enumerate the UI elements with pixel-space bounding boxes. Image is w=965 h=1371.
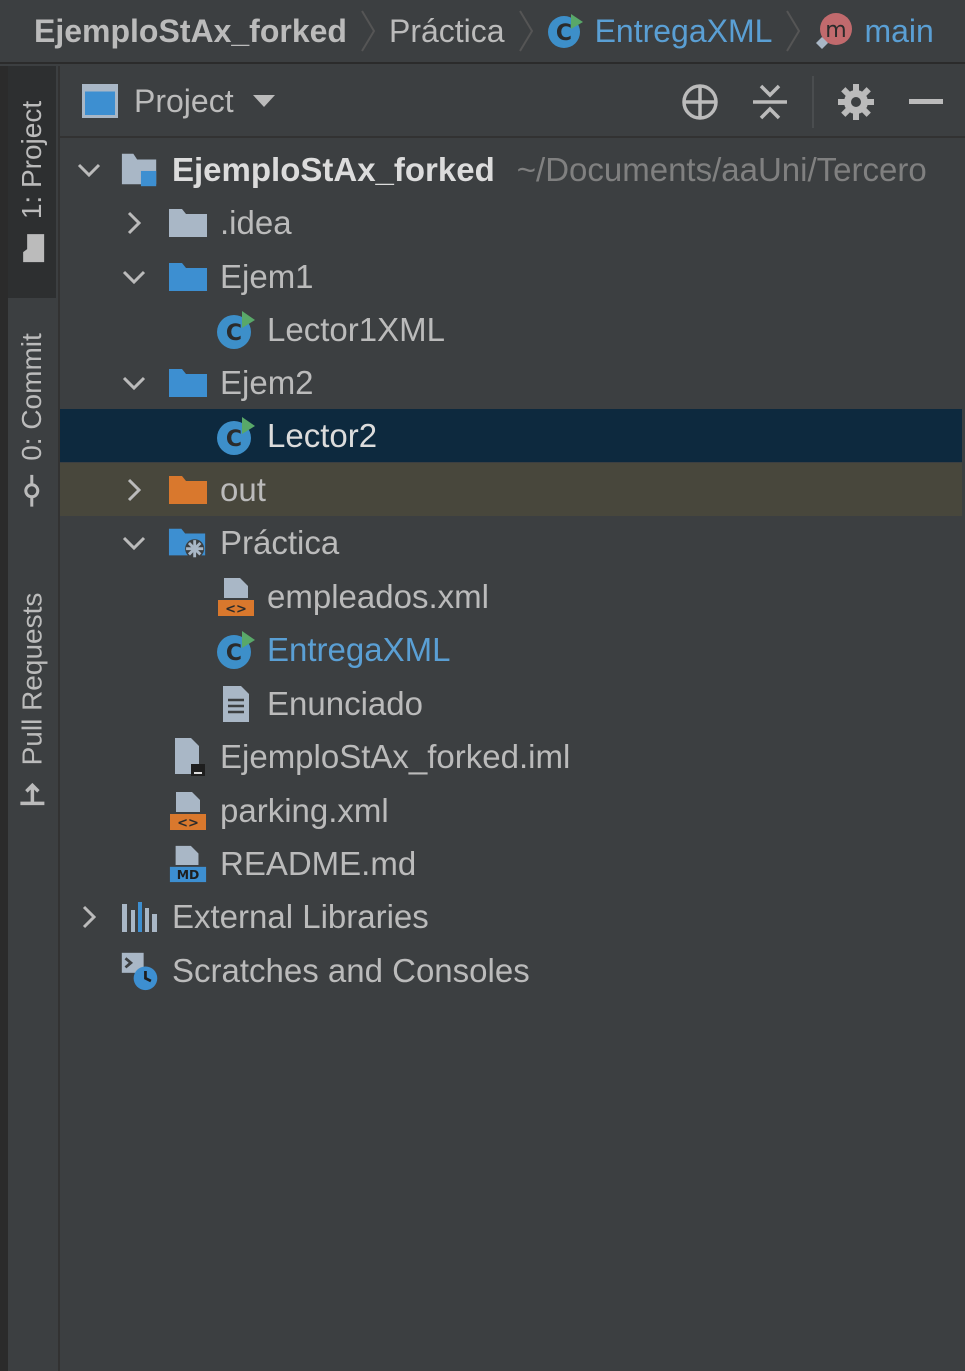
svg-text:MD: MD [177,868,200,882]
module-folder-icon [120,150,160,190]
text-file-icon [216,684,256,724]
svg-text:C: C [226,321,242,346]
tree-root-label: EjemploStAx_forked ~/Documents/aaUni/Terc… [172,150,927,188]
chevron-right-icon[interactable] [122,211,146,235]
hide-icon[interactable] [904,80,948,124]
tree-row-scratches[interactable]: Scratches and Consoles [60,944,962,997]
svg-text:<>: <> [177,816,199,831]
svg-text:C: C [226,427,242,452]
tree-item-label: out [220,470,266,508]
breadcrumb-method[interactable]: m main [814,11,934,51]
breadcrumb-project[interactable]: EjemploStAx_forked [34,13,347,50]
method-icon: m [814,11,854,51]
folder-icon [168,363,208,403]
libraries-icon [120,897,160,937]
tree-row-root[interactable]: EjemploStAx_forked ~/Documents/aaUni/Terc… [60,143,962,196]
gear-icon[interactable] [834,80,878,124]
tree-row-enunciado[interactable]: Enunciado [60,677,962,730]
chevron-right-icon[interactable] [122,478,146,502]
tab-pull-requests-label: Pull Requests [16,592,48,766]
breadcrumb-file[interactable]: C EntregaXML [547,12,773,50]
java-class-icon: C [216,416,256,456]
tree-item-label: Ejem1 [220,257,314,295]
project-tree: EjemploStAx_forked ~/Documents/aaUni/Terc… [60,140,962,1371]
tree-item-label: Ejem2 [220,363,314,401]
package-folder-icon [168,523,208,563]
markdown-file-icon: MD [168,844,208,884]
breadcrumb-method-label: main [864,12,934,49]
locate-icon[interactable] [678,80,722,124]
tab-project[interactable]: 1: Project [8,66,56,298]
tree-row-out[interactable]: out [60,463,962,516]
project-view-selector[interactable]: Project [82,83,276,120]
tree-item-label: Lector1XML [267,310,445,348]
breadcrumb-folder[interactable]: Práctica [389,13,505,50]
breadcrumb-file-label: EntregaXML [594,12,773,49]
tree-item-label: parking.xml [220,791,389,829]
tool-window-strip: 1: Project 0: Commit Pull Requests [8,66,60,1371]
java-class-icon: C [216,310,256,350]
tree-row-external-libraries[interactable]: External Libraries [60,890,962,943]
breadcrumb-separator-icon [518,10,533,52]
tree-item-label: empleados.xml [267,577,489,615]
svg-text:m: m [826,18,847,43]
tab-commit-label: 0: Commit [16,333,48,461]
xml-file-icon: <> [168,791,208,831]
tree-row-practica[interactable]: Práctica [60,516,962,569]
tree-row-ejem2[interactable]: Ejem2 [60,356,962,409]
tree-item-label: .idea [220,203,292,241]
tree-item-label: External Libraries [172,897,429,935]
folder-icon [168,470,208,510]
chevron-down-icon[interactable] [122,371,146,395]
folder-icon [168,203,208,243]
tree-item-label: Práctica [220,523,340,561]
tab-pull-requests[interactable]: Pull Requests [8,560,56,840]
tree-row-ejem1[interactable]: Ejem1 [60,250,962,303]
svg-text:<>: <> [225,602,247,617]
tree-row-readme[interactable]: MD README.md [60,837,962,890]
iml-file-icon [168,737,208,777]
commit-icon [22,474,42,507]
tree-item-label: README.md [220,844,417,882]
dropdown-arrow-icon [252,94,276,108]
chevron-down-icon[interactable] [122,265,146,289]
project-window-icon [82,84,118,118]
folder-icon [19,233,45,263]
tree-item-label: Scratches and Consoles [172,951,530,989]
window-edge [0,66,8,1371]
pull-request-icon [18,779,46,807]
tree-row-empleados-xml[interactable]: <> empleados.xml [60,570,962,623]
chevron-down-icon[interactable] [77,158,101,182]
collapse-all-icon[interactable] [748,80,792,124]
tree-root-path: ~/Documents/aaUni/Tercero [516,150,927,188]
chevron-right-icon[interactable] [77,905,101,929]
breadcrumb-separator-icon [361,10,376,52]
header-divider [812,76,814,128]
tree-item-label: EntregaXML [267,630,451,668]
svg-text:C: C [555,21,571,46]
xml-file-icon: <> [216,577,256,617]
folder-icon [168,257,208,297]
breadcrumb: EjemploStAx_forked Práctica C EntregaXML… [0,0,965,64]
java-class-icon: C [216,630,256,670]
tree-row-lector1xml[interactable]: C Lector1XML [60,303,962,356]
tree-item-label: Enunciado [267,684,423,722]
tab-project-label: 1: Project [16,100,47,220]
tree-row-parking-xml[interactable]: <> parking.xml [60,784,962,837]
svg-text:C: C [226,641,242,666]
java-class-icon: C [547,12,585,50]
tree-row-iml[interactable]: EjemploStAx_forked.iml [60,730,962,783]
tree-row-entregaxml[interactable]: C EntregaXML [60,623,962,676]
tree-item-label: Lector2 [267,416,378,454]
chevron-down-icon[interactable] [122,531,146,555]
project-panel-header: Project [60,66,965,138]
tree-item-label: EjemploStAx_forked.iml [220,737,571,775]
scratches-icon [120,951,160,991]
tab-commit[interactable]: 0: Commit [8,310,56,530]
breadcrumb-separator-icon [786,10,801,52]
project-view-label: Project [134,82,234,119]
tree-row-lector2[interactable]: C Lector2 [60,409,962,462]
tree-row-idea[interactable]: .idea [60,196,962,249]
